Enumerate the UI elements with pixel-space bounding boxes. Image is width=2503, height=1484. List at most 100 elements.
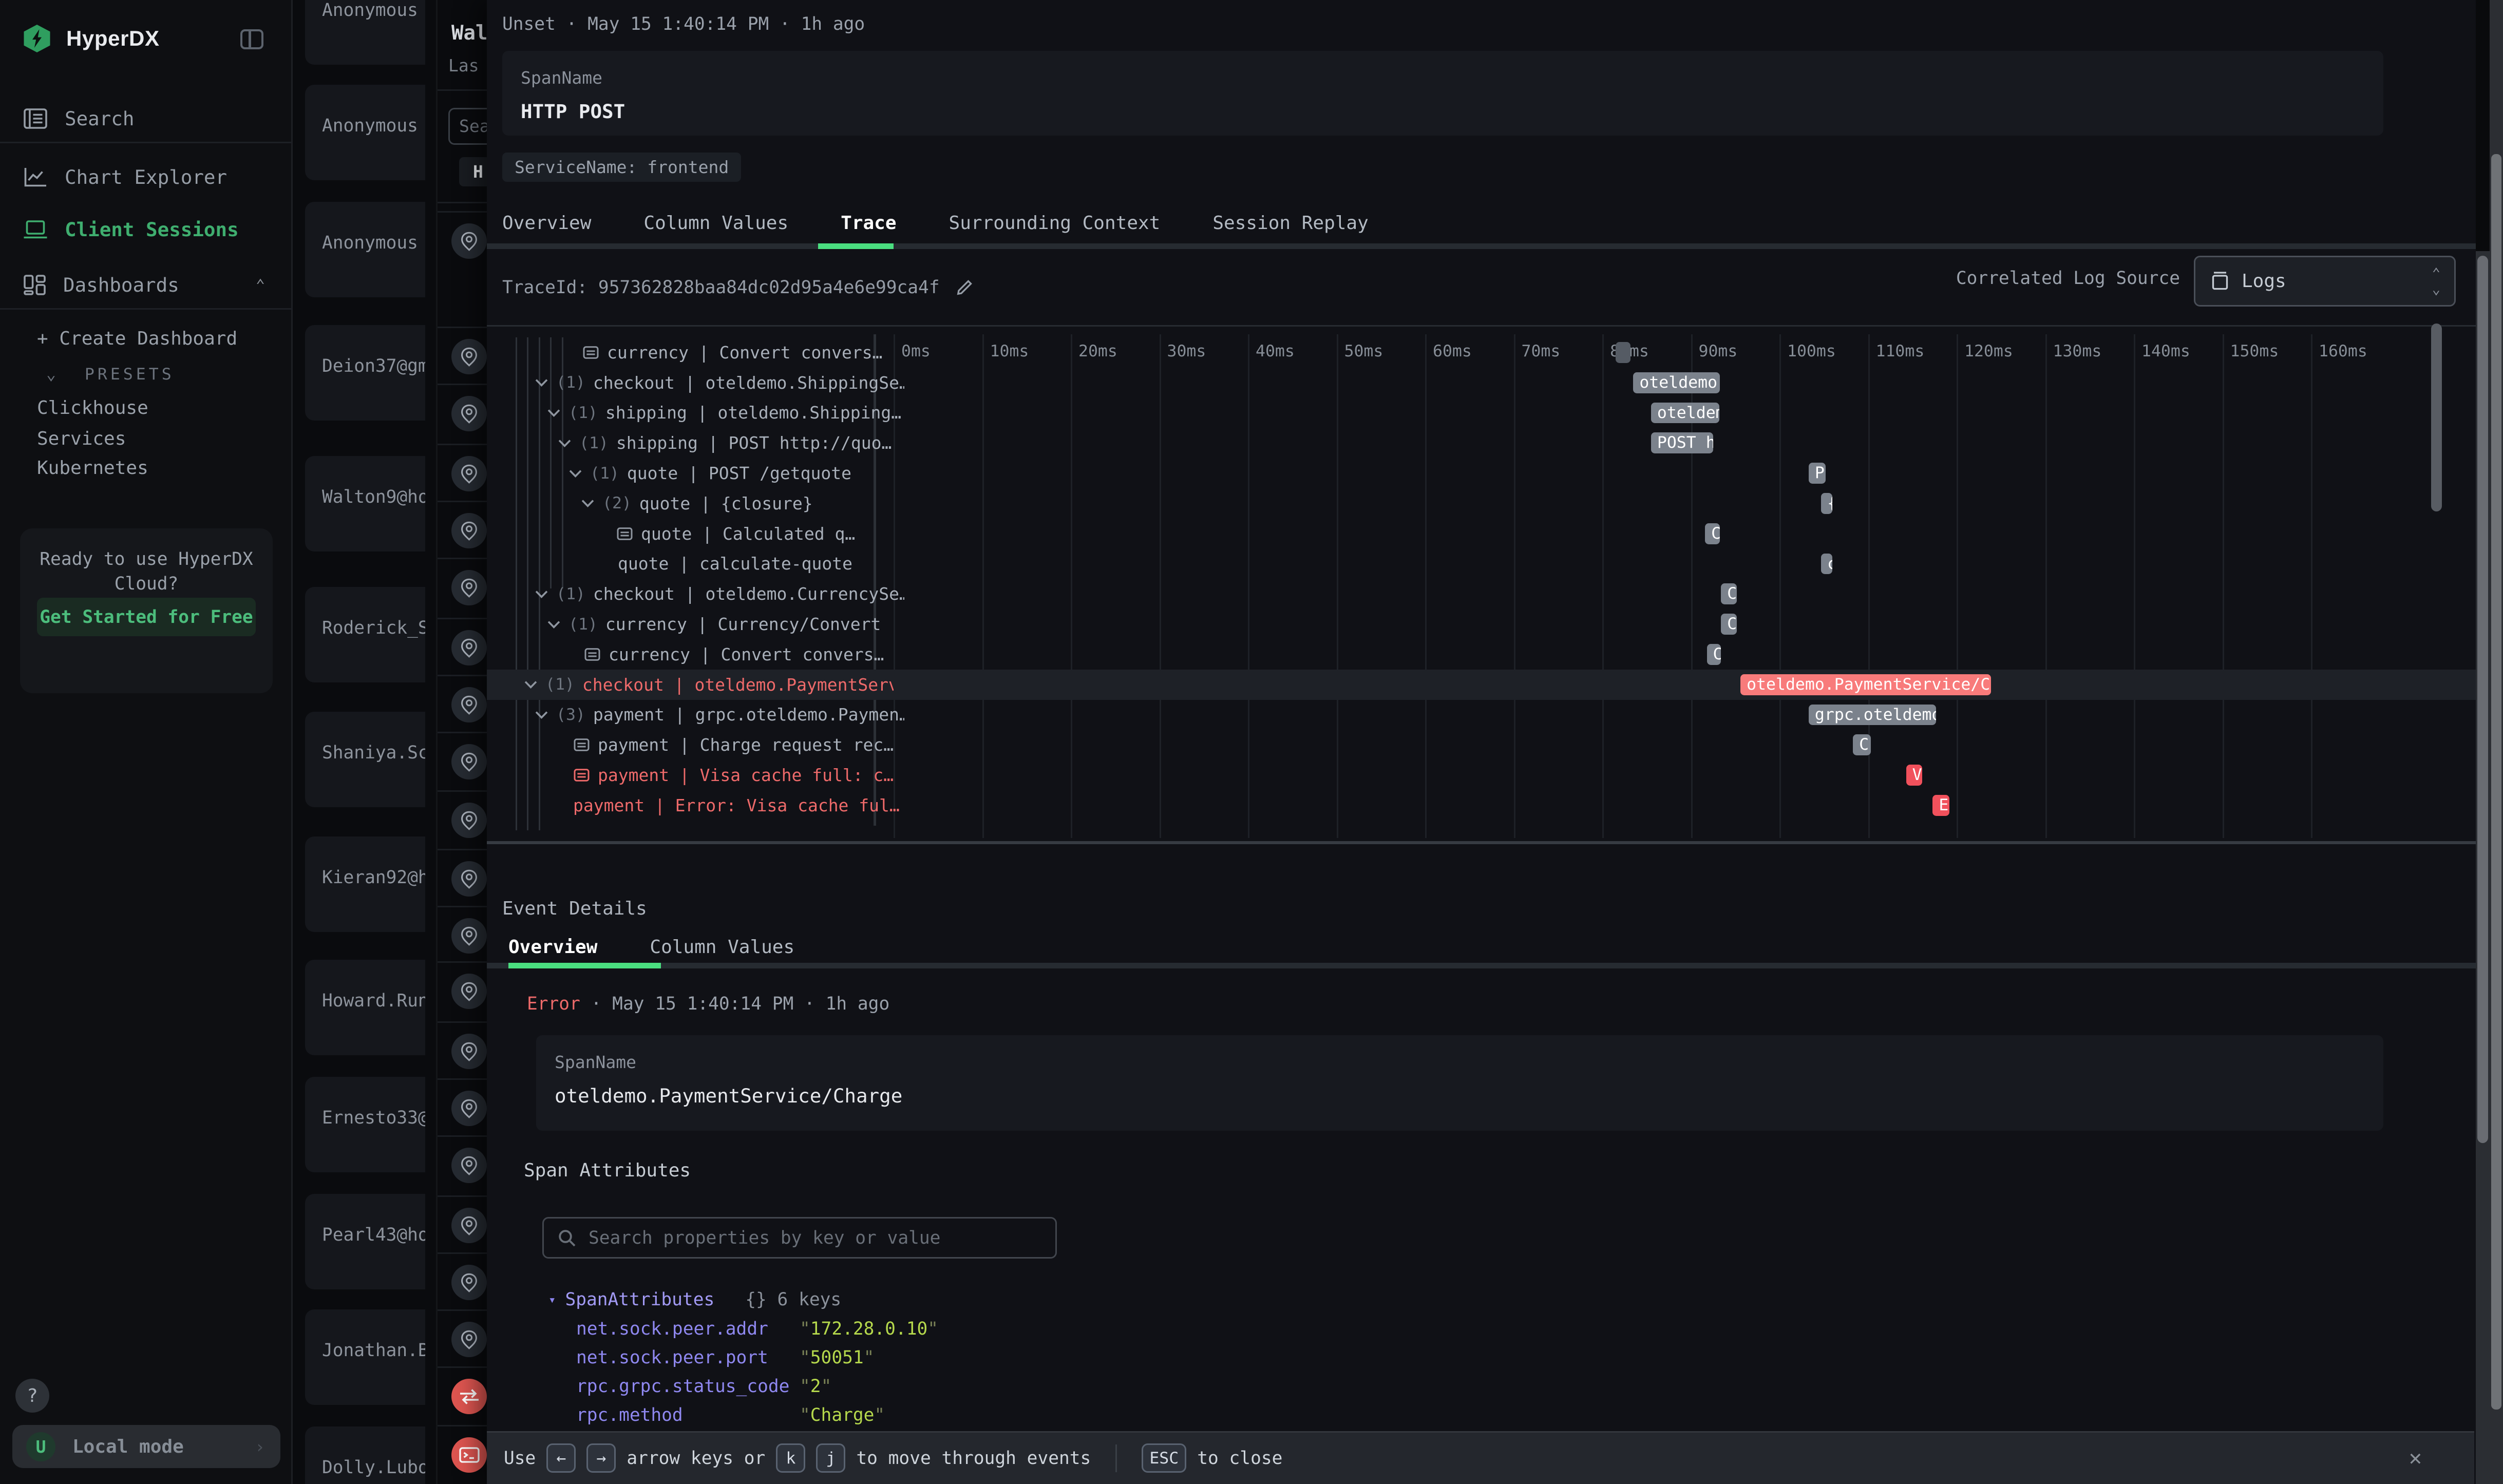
sidebar-preset-services[interactable]: Services: [37, 428, 126, 449]
span-bar[interactable]: V: [1906, 765, 1922, 786]
session-card[interactable]: Dolly.Lubo: [305, 1426, 425, 1484]
chevron-down-icon[interactable]: [535, 589, 548, 599]
waterfall-row[interactable]: (3)payment | grpc.oteldemo.Paymen… grpc.o…: [487, 700, 2476, 730]
trace-tree-cell[interactable]: quote | calculate-quote: [618, 549, 852, 579]
attribute-key[interactable]: rpc.grpc.status_code: [576, 1376, 800, 1397]
user-menu[interactable]: U Local mode ›: [12, 1425, 280, 1468]
trace-tree-cell[interactable]: (1)currency | Currency/Convert: [547, 609, 881, 639]
span-bar[interactable]: C: [1707, 644, 1721, 665]
chevron-down-icon[interactable]: [568, 469, 582, 478]
help-button[interactable]: ?: [15, 1379, 49, 1413]
location-pin-icon[interactable]: [451, 1208, 487, 1243]
waterfall-row[interactable]: quote | calculate-quote c: [487, 549, 2476, 579]
waterfall-row[interactable]: (1)currency | Currency/Convert C: [487, 609, 2476, 639]
event-details-tab-column-values[interactable]: Column Values: [650, 937, 794, 958]
get-started-button[interactable]: Get Started for Free: [37, 598, 256, 636]
waterfall-row[interactable]: (1)checkout | oteldemo.PaymentServi… otel…: [487, 670, 2476, 700]
attribute-key[interactable]: net.sock.peer.addr: [576, 1319, 800, 1339]
waterfall-row[interactable]: (2)quote | {closure} {: [487, 488, 2476, 519]
create-dashboard-button[interactable]: + Create Dashboard: [37, 328, 237, 349]
attributes-search-input[interactable]: Search properties by key or value: [542, 1217, 1057, 1259]
trace-tree-cell[interactable]: (1)checkout | oteldemo.ShippingSe…: [535, 368, 904, 398]
location-pin-icon[interactable]: [451, 1034, 487, 1069]
span-bar[interactable]: grpc.oteldemo.: [1809, 705, 1936, 726]
location-pin-icon[interactable]: [451, 803, 487, 838]
waterfall-row[interactable]: (1)checkout | oteldemo.ShippingSe… otelde…: [487, 368, 2476, 398]
session-card[interactable]: Anonymous: [305, 85, 425, 180]
trace-tree-cell[interactable]: (3)payment | grpc.oteldemo.Paymen…: [535, 700, 904, 730]
attributes-root-row[interactable]: ▾ SpanAttributes {} 6 keys: [548, 1289, 841, 1310]
panel-scrollbar-thumb[interactable]: [2477, 256, 2488, 1143]
trace-tree-cell[interactable]: (2)quote | {closure}: [581, 488, 813, 519]
session-card[interactable]: Jonathan.B: [305, 1309, 425, 1405]
waterfall-row[interactable]: (1)shipping | POST http://quo… POST h: [487, 428, 2476, 458]
location-pin-icon[interactable]: [451, 1091, 487, 1126]
waterfall-row[interactable]: (1)shipping | oteldemo.Shipping…oteldem: [487, 398, 2476, 428]
terminal-error-icon[interactable]: [451, 1437, 487, 1473]
span-bar[interactable]: POST h: [1651, 432, 1713, 453]
session-card[interactable]: Ernesto33@: [305, 1077, 425, 1172]
close-icon[interactable]: ✕: [2409, 1445, 2422, 1470]
location-pin-icon[interactable]: [451, 223, 487, 259]
attribute-key[interactable]: rpc.method: [576, 1405, 800, 1425]
session-card[interactable]: Deion37@gm: [305, 325, 425, 421]
session-card[interactable]: Shaniya.Sc: [305, 712, 425, 807]
trace-tree-cell[interactable]: (1)shipping | POST http://quo…: [558, 428, 892, 458]
session-card[interactable]: Anonymous: [305, 202, 425, 297]
chevron-down-icon[interactable]: [558, 439, 572, 448]
event-details-tab-overview[interactable]: Overview: [508, 937, 597, 958]
log-source-select[interactable]: Logs ⌃⌄: [2194, 256, 2456, 307]
sidebar-preset-clickhouse[interactable]: Clickhouse: [37, 397, 148, 418]
location-pin-icon[interactable]: [451, 1148, 487, 1183]
span-bar[interactable]: oteldemo.PaymentService/Char: [1740, 674, 1991, 695]
tab-column-values[interactable]: Column Values: [643, 213, 788, 234]
session-card[interactable]: Howard.Run: [305, 960, 425, 1055]
chevron-down-icon[interactable]: [535, 710, 548, 719]
session-card[interactable]: Anonymous: [305, 0, 425, 65]
span-bar[interactable]: {: [1821, 493, 1832, 514]
waterfall-row[interactable]: (1)checkout | oteldemo.CurrencySe…C: [487, 579, 2476, 609]
waterfall-row[interactable]: payment | Error: Visa cache ful…E: [487, 790, 2476, 821]
waterfall-row[interactable]: currency | Convert convers…: [487, 337, 2476, 368]
span-bar[interactable]: C: [1721, 583, 1737, 604]
location-pin-icon[interactable]: [451, 974, 487, 1009]
location-pin-icon[interactable]: [451, 1265, 487, 1300]
span-bar[interactable]: C: [1853, 734, 1871, 755]
sidebar-collapse-icon[interactable]: [240, 29, 263, 49]
waterfall-row[interactable]: payment | Charge request rec…C: [487, 730, 2476, 760]
waterfall-row[interactable]: payment | Visa cache full: c…V: [487, 760, 2476, 790]
span-bar[interactable]: C: [1721, 614, 1737, 635]
sidebar-item-chart-explorer[interactable]: Chart Explorer: [0, 154, 293, 200]
location-pin-icon[interactable]: [451, 396, 487, 431]
sidebar-item-search[interactable]: Search: [0, 96, 293, 142]
tab-trace[interactable]: Trace: [841, 213, 896, 234]
trace-tree-cell[interactable]: quote | Calculated q…: [616, 519, 855, 549]
session-card[interactable]: Pearl43@ho: [305, 1194, 425, 1289]
navigation-swap-icon[interactable]: [451, 1379, 487, 1414]
waterfall-row[interactable]: quote | Calculated q…C: [487, 519, 2476, 549]
sidebar-item-dashboards[interactable]: Dashboards⌃: [0, 262, 293, 308]
edit-pencil-icon[interactable]: [955, 278, 974, 297]
waterfall-row[interactable]: (1)quote | POST /getquote P: [487, 458, 2476, 488]
location-pin-icon[interactable]: [451, 861, 487, 897]
highlighted-button[interactable]: H: [459, 157, 487, 186]
waterfall-row[interactable]: currency | Convert convers…C: [487, 639, 2476, 670]
location-pin-icon[interactable]: [451, 1322, 487, 1357]
chevron-down-icon[interactable]: [581, 499, 595, 508]
chevron-down-icon[interactable]: [524, 680, 538, 689]
service-name-chip[interactable]: ServiceName: frontend: [502, 153, 741, 182]
tab-surrounding-context[interactable]: Surrounding Context: [949, 213, 1161, 234]
trace-tree-cell[interactable]: currency | Convert convers…: [582, 337, 882, 368]
span-bar[interactable]: E: [1932, 795, 1949, 816]
span-bar[interactable]: c: [1821, 554, 1832, 575]
window-scrollbar[interactable]: [2490, 0, 2503, 1484]
location-pin-icon[interactable]: [451, 630, 487, 665]
session-card[interactable]: Walton9@ho: [305, 456, 425, 551]
trace-tree-cell[interactable]: (1)quote | POST /getquote: [568, 458, 851, 488]
location-pin-icon[interactable]: [451, 687, 487, 722]
trace-tree-cell[interactable]: (1)checkout | oteldemo.PaymentServi…: [524, 670, 894, 700]
span-bar[interactable]: P: [1809, 463, 1826, 484]
span-bar[interactable]: oteldemo.: [1633, 372, 1720, 393]
location-pin-icon[interactable]: [451, 456, 487, 491]
session-card[interactable]: Roderick_S: [305, 587, 425, 682]
